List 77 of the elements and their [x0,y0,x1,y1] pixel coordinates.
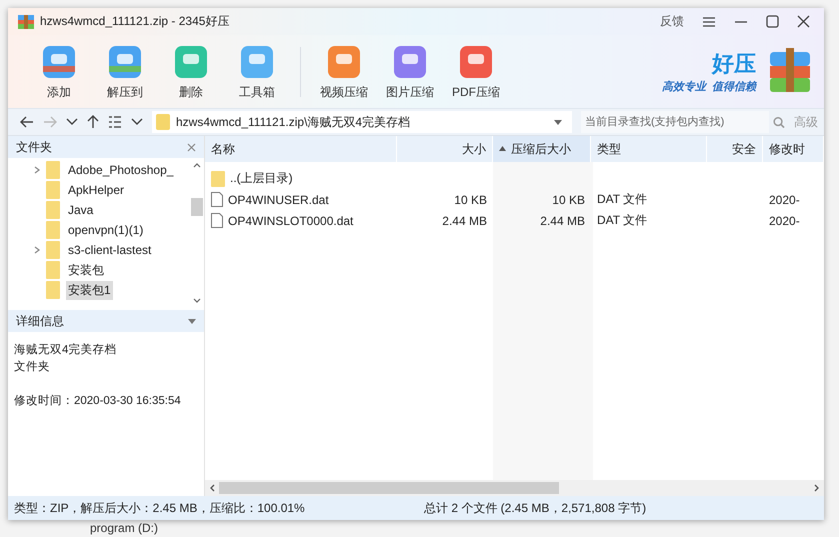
panel-title: 详细信息 [16,312,64,330]
detail-text: 文件夹 [14,360,51,375]
search-field[interactable]: 当前目录查找(支持包内查找) [581,111,770,133]
slogan-text: 值得信赖 [712,80,756,94]
status-text: 总计 2 个文件 (2.45 MB，2,571,808 字节) [424,500,646,516]
file-name[interactable]: OP4WINSLOT0000.dat [228,214,354,228]
scroll-thumb[interactable] [219,482,559,494]
archive-icon [18,14,34,28]
folder-tree-item[interactable]: 安装包 [66,260,106,280]
panel-title: 文件夹 [16,138,52,156]
table-cell: 10 KB [552,192,585,206]
back-arrow-icon[interactable] [20,116,34,128]
toolbar-button[interactable]: 删除 [162,42,220,101]
folder-icon [211,170,225,186]
close-icon[interactable] [797,15,810,28]
folder-icon [46,181,60,199]
folder-icon [46,241,60,259]
column-header[interactable]: 压缩后大小 [493,136,591,162]
file-icon [211,192,223,207]
folder-icon [46,161,60,179]
table-cell: 2020- [769,214,800,228]
folder-icon [46,261,60,279]
folder-tree-item[interactable]: openvpn(1)(1) [66,222,146,238]
scroll-down-icon[interactable] [193,298,201,304]
scroll-up-icon[interactable] [193,162,201,168]
scroll-left-icon[interactable] [209,484,215,492]
column-header[interactable]: 安全 [707,136,763,162]
table-cell: DAT 文件 [597,191,648,208]
column-header[interactable]: 名称 [205,136,397,162]
menu-icon[interactable] [702,16,716,28]
folder-icon [46,201,60,219]
toolbar-button[interactable]: 添加 [30,42,88,101]
up-arrow-icon[interactable] [87,115,99,129]
toolbar-button[interactable]: 视频压缩 [315,42,373,101]
toolbar-button[interactable]: 工具箱 [228,42,286,101]
column-header[interactable]: 类型 [591,136,707,162]
chevron-down-icon[interactable] [131,118,143,126]
file-name[interactable]: OP4WINUSER.dat [228,192,329,206]
window-title: hzws4wmcd_111121.zip - 2345好压 [40,13,230,30]
dropdown-icon[interactable] [554,120,562,124]
toolbar-button[interactable]: 解压到 [96,42,154,101]
table-cell: DAT 文件 [597,212,648,229]
address-field[interactable]: hzws4wmcd_111121.zip\海贼无双4完美存档 [152,111,572,133]
table-cell: 2.44 MB [540,214,585,228]
column-header[interactable]: 修改时 [763,136,824,162]
file-name[interactable]: ..(上层目录) [230,170,293,187]
folder-tree-item[interactable]: ApkHelper [66,182,126,198]
table-cell: 10 KB [454,192,487,206]
chevron-down-icon[interactable] [66,118,78,126]
folder-icon [46,221,60,239]
folder-tree-item[interactable]: Adobe_Photoshop_ [66,162,176,178]
scrollbar[interactable] [205,480,824,496]
folder-tree-item[interactable]: 安装包1 [66,280,113,300]
toolbar-button[interactable]: PDF压缩 [447,42,505,101]
minimize-icon[interactable] [734,20,748,22]
feedback-link[interactable]: 反馈 [660,13,684,30]
sort-arrow-icon [499,146,506,152]
detail-text: 修改时间：2020-03-30 16:35:54 [14,394,182,409]
scroll-right-icon[interactable] [814,484,820,492]
view-mode-icon[interactable] [108,116,122,128]
table-cell: 2020- [769,192,800,206]
dropdown-icon[interactable] [188,318,196,324]
detail-text: 海贼无双4完美存档 [14,342,118,358]
table-cell: 2.44 MB [442,214,487,228]
scroll-thumb[interactable] [191,198,203,216]
slogan-text: 高效专业 [662,80,706,94]
maximize-icon[interactable] [766,15,779,28]
drive-label: program (D:) [90,521,158,535]
folder-icon [46,281,60,299]
status-text: 类型：ZIP，解压后大小：2.45 MB，压缩比：100.01% [13,500,306,516]
folder-tree-item[interactable]: s3-client-lastest [66,242,154,258]
toolbar-button[interactable]: 图片压缩 [381,42,439,101]
search-icon[interactable] [773,116,785,128]
folder-icon [156,114,170,130]
file-icon [211,213,223,228]
logo-text: 好压 [712,50,756,78]
folder-tree-item[interactable]: Java [66,202,96,218]
